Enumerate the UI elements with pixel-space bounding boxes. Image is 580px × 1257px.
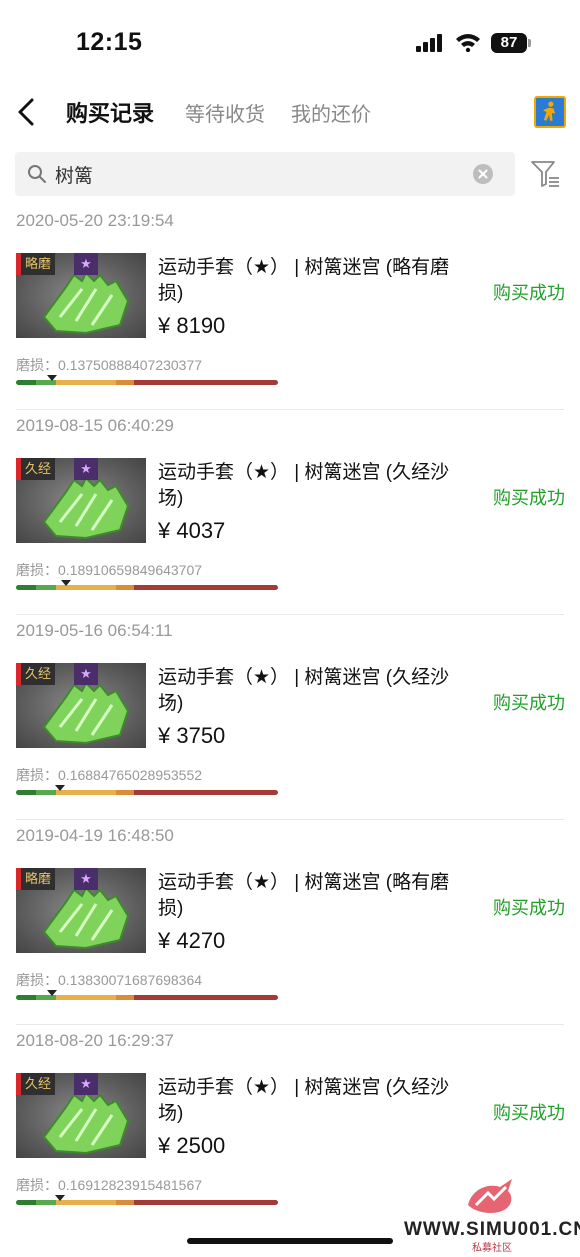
glove-image-icon (42, 1091, 130, 1155)
record-date: 2020-05-20 23:19:54 (16, 211, 174, 230)
glove-image-icon (42, 886, 130, 950)
filter-icon[interactable] (530, 158, 560, 190)
wear-marker (60, 580, 71, 586)
wear-label: 磨损：0.18910659849643707 (16, 562, 203, 578)
star-tag: ★ (74, 868, 98, 890)
item-name: 运动手套（★） | 树篱迷宫 (久经沙场) (158, 1077, 450, 1124)
item-thumbnail: 略磨 ★ (16, 253, 146, 338)
purchase-status: 购买成功 (493, 898, 565, 918)
wear-marker (55, 785, 66, 791)
item-price: ¥ 4037 (158, 518, 226, 543)
cellular-signal-icon (416, 34, 444, 52)
tab-purchase-records[interactable]: 购买记录 (66, 96, 154, 128)
star-tag: ★ (74, 458, 98, 480)
wear-tag: 久经 (16, 1073, 56, 1095)
watermark-subtext: 私募社区 (472, 1243, 512, 1254)
wifi-icon (456, 34, 480, 52)
glove-image-icon (42, 271, 130, 335)
wear-tag: 略磨 (16, 253, 56, 275)
search-icon (28, 165, 46, 183)
item-name: 运动手套（★） | 树篱迷宫 (久经沙场) (158, 462, 450, 509)
tab-my-counteroffers[interactable]: 我的还价 (291, 98, 371, 127)
cs-game-icon[interactable] (534, 96, 566, 128)
wear-marker (47, 990, 58, 996)
purchase-record-list: 2020-05-20 23:19:54 略磨 ★ 运动手套（★） | 树篱迷宫 … (0, 205, 580, 1230)
record-date: 2019-08-15 06:40:29 (16, 416, 174, 435)
item-name: 运动手套（★） | 树篱迷宫 (略有磨损) (158, 872, 450, 919)
wear-label: 磨损：0.13750888407230377 (16, 357, 203, 373)
wear-marker (55, 1195, 66, 1201)
battery-cap (528, 39, 531, 47)
item-price: ¥ 4270 (158, 928, 226, 953)
item-name: 运动手套（★） | 树篱迷宫 (略有磨损) (158, 257, 450, 304)
item-name: 运动手套（★） | 树篱迷宫 (久经沙场) (158, 667, 450, 714)
purchase-record[interactable]: 2019-04-19 16:48:50 略磨 ★ 运动手套（★） | 树篱迷宫 … (0, 820, 580, 1025)
top-nav: 购买记录 等待收货 我的还价 (0, 84, 580, 144)
status-bar: 12:15 87 (0, 0, 580, 84)
purchase-record[interactable]: 2019-05-16 06:54:11 久经 ★ 运动手套（★） | 树篱迷宫 … (0, 615, 580, 820)
star-tag: ★ (74, 663, 98, 685)
wear-marker (47, 375, 58, 381)
item-thumbnail: 久经 ★ (16, 1073, 146, 1158)
purchase-record[interactable]: 2019-08-15 06:40:29 久经 ★ 运动手套（★） | 树篱迷宫 … (0, 410, 580, 615)
purchase-status: 购买成功 (493, 693, 565, 713)
search-input[interactable] (55, 152, 455, 196)
wear-label: 磨损：0.16884765028953552 (16, 767, 203, 783)
watermark-text: WWW.SIMU001.CN (404, 1219, 580, 1240)
glove-image-icon (42, 476, 130, 540)
item-price: ¥ 3750 (158, 723, 226, 748)
star-tag: ★ (74, 1073, 98, 1095)
wear-label: 磨损：0.13830071687698364 (16, 972, 203, 988)
wear-tag: 久经 (16, 663, 56, 685)
wear-label: 磨损：0.16912823915481567 (16, 1177, 203, 1193)
item-thumbnail: 略磨 ★ (16, 868, 146, 953)
status-time: 12:15 (76, 28, 143, 56)
wear-tag: 略磨 (16, 868, 56, 890)
purchase-status: 购买成功 (493, 1103, 565, 1123)
record-date: 2018-08-20 16:29:37 (16, 1031, 174, 1050)
record-date: 2019-05-16 06:54:11 (16, 621, 173, 640)
search-bar (15, 152, 515, 196)
item-price: ¥ 8190 (158, 313, 226, 338)
tab-awaiting-delivery[interactable]: 等待收货 (185, 98, 265, 127)
item-thumbnail: 久经 ★ (16, 458, 146, 543)
wear-tag: 久经 (16, 458, 56, 480)
home-indicator (187, 1238, 393, 1244)
purchase-record[interactable]: 2020-05-20 23:19:54 略磨 ★ 运动手套（★） | 树篱迷宫 … (0, 205, 580, 410)
simu-logo-icon (468, 1179, 512, 1213)
battery-indicator: 87 (491, 33, 527, 53)
star-tag: ★ (74, 253, 98, 275)
purchase-status: 购买成功 (493, 488, 565, 508)
item-price: ¥ 2500 (158, 1133, 226, 1158)
chevron-left-icon[interactable] (10, 94, 46, 130)
item-thumbnail: 久经 ★ (16, 663, 146, 748)
glove-image-icon (42, 681, 130, 745)
purchase-status: 购买成功 (493, 283, 565, 303)
clear-icon[interactable] (473, 164, 493, 184)
watermark: WWW.SIMU001.CN 私募社区 (404, 1175, 580, 1257)
wear-bar (16, 585, 278, 590)
record-date: 2019-04-19 16:48:50 (16, 826, 174, 845)
